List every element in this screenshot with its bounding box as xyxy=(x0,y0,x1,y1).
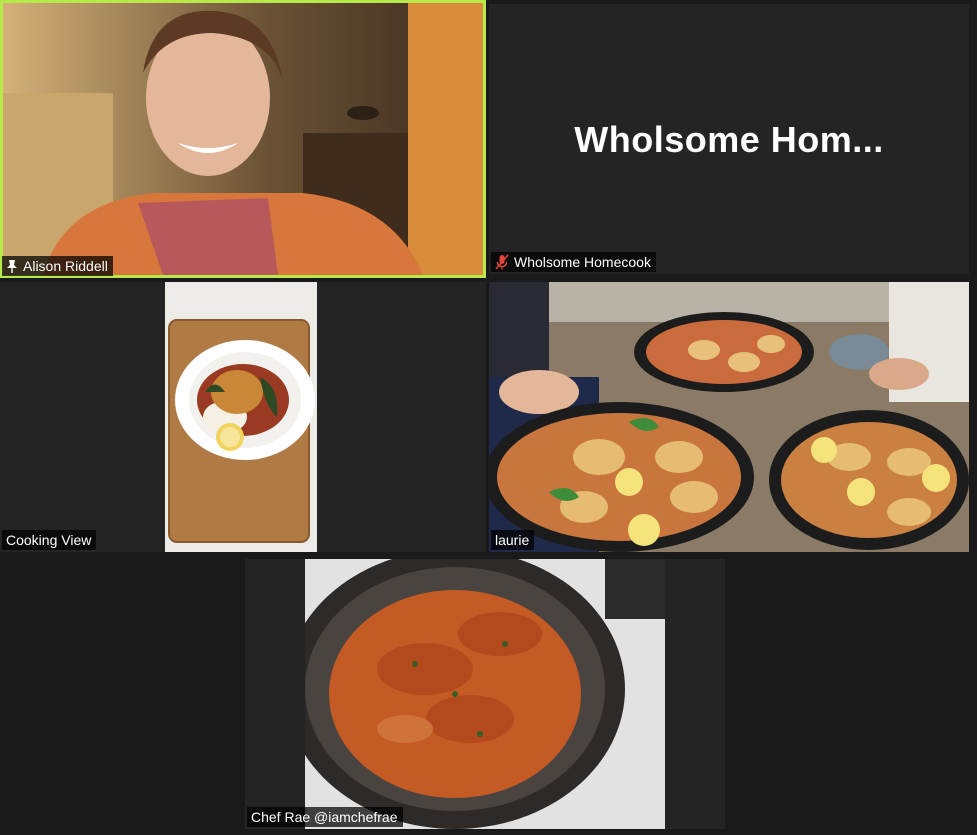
participant-name: Chef Rae @iamchefrae xyxy=(251,809,398,825)
participant-name-label: Alison Riddell xyxy=(2,256,113,276)
participant-name-label: Chef Rae @iamchefrae xyxy=(247,807,403,827)
participant-name: Alison Riddell xyxy=(23,258,108,274)
participant-placeholder-name: Wholsome Hom... xyxy=(574,119,884,160)
participant-name: Wholsome Homecook xyxy=(514,254,651,270)
participant-tile-wholsome-homecook[interactable]: Wholsome Hom... Wholsome Homecook xyxy=(489,4,969,274)
pin-icon[interactable] xyxy=(6,259,18,273)
participant-name: laurie xyxy=(495,532,530,548)
participant-video xyxy=(489,282,969,552)
participant-video xyxy=(305,559,665,829)
participant-name: Cooking View xyxy=(6,532,92,548)
participant-video xyxy=(165,282,317,552)
participant-tile-alison-riddell[interactable]: Alison Riddell xyxy=(0,0,486,278)
participant-video xyxy=(3,3,483,275)
participant-name-label: Cooking View xyxy=(2,530,97,550)
microphone-muted-icon xyxy=(495,254,509,270)
participant-name-label: Wholsome Homecook xyxy=(491,252,656,272)
participant-tile-chef-rae[interactable]: Chef Rae @iamchefrae xyxy=(245,559,725,829)
participant-name-label: laurie xyxy=(491,530,535,550)
participant-tile-laurie[interactable]: laurie xyxy=(489,282,969,552)
participant-tile-cooking-view[interactable]: Cooking View xyxy=(0,282,486,552)
